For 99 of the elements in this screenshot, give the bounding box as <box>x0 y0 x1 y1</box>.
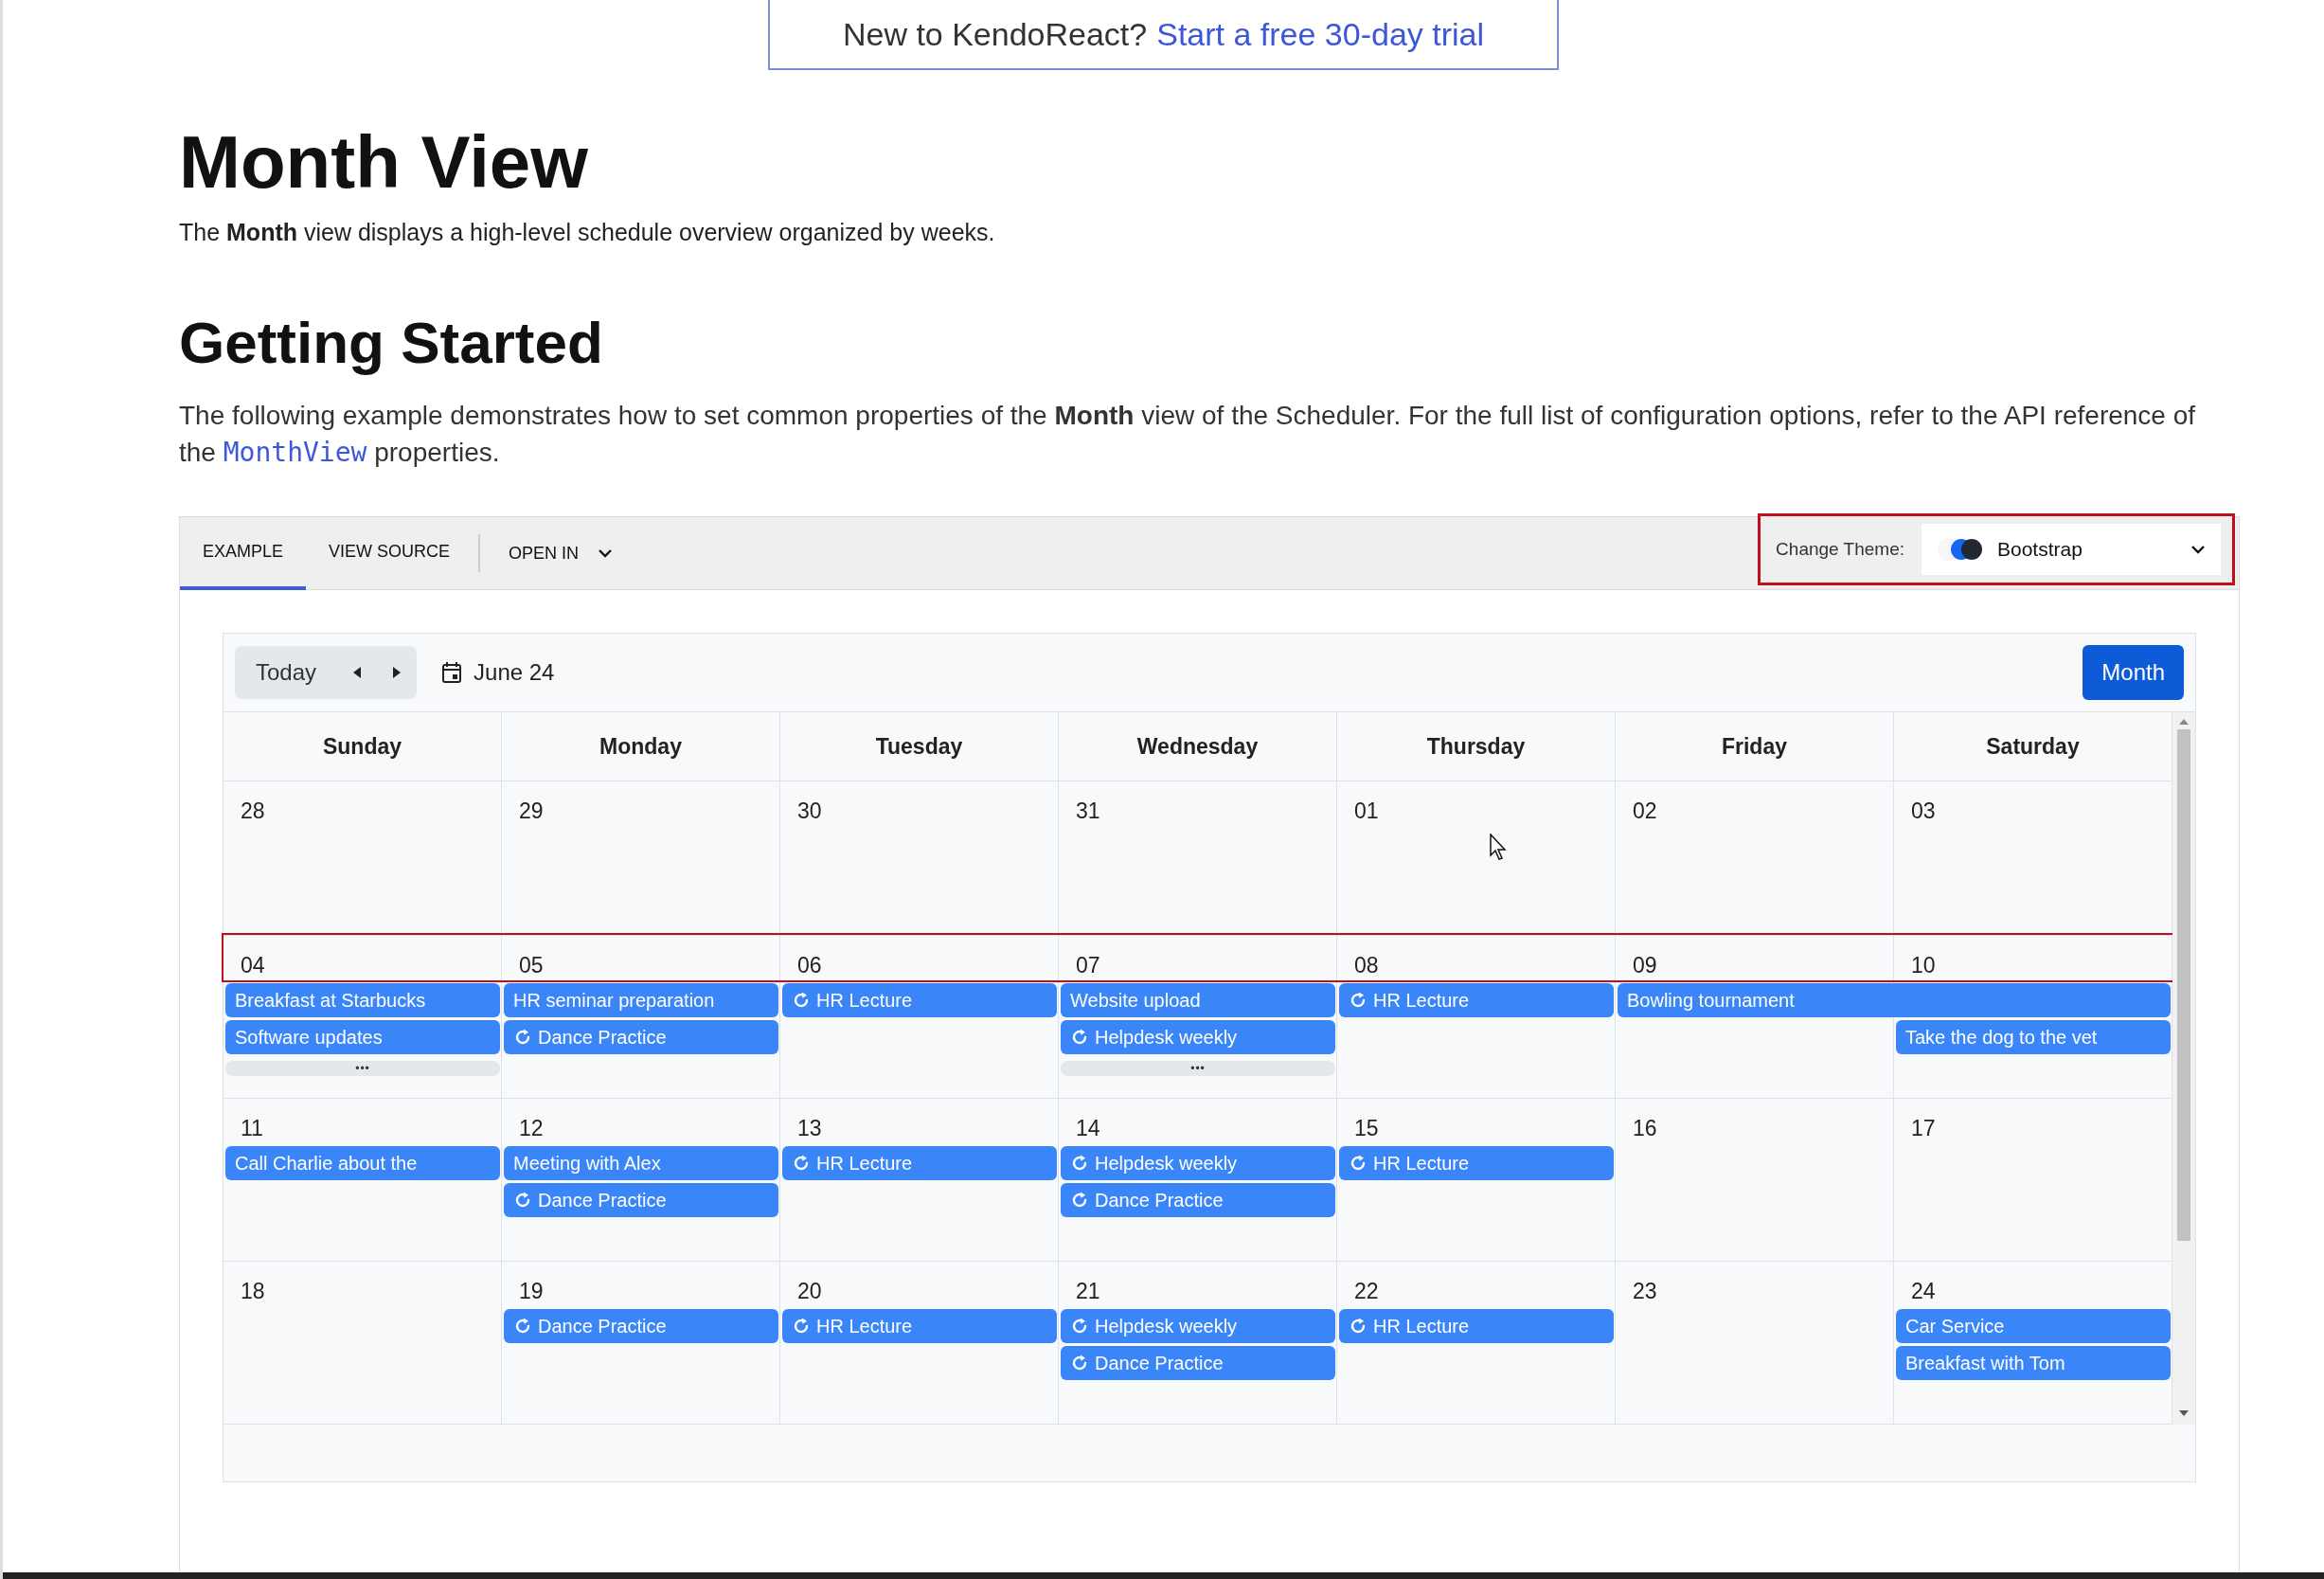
more-events-button[interactable]: ••• <box>225 1061 500 1076</box>
day-header: Thursday <box>1337 712 1616 781</box>
recurrence-icon <box>513 1028 532 1047</box>
trial-link[interactable]: Start a free 30-day trial <box>1156 15 1485 53</box>
event[interactable]: HR Lecture <box>782 1146 1057 1180</box>
event[interactable]: Dance Practice <box>504 1020 778 1054</box>
date-number: 10 <box>1911 953 1936 978</box>
left-arrow-icon <box>352 667 363 678</box>
recurrence-icon <box>513 1317 532 1336</box>
date-number: 20 <box>797 1279 822 1303</box>
date-number: 04 <box>241 953 265 978</box>
recurrence-icon <box>1070 1191 1089 1210</box>
recurrence-icon <box>792 1154 811 1173</box>
event[interactable]: Dance Practice <box>504 1183 778 1217</box>
recurrence-icon <box>1070 1028 1089 1047</box>
date-number: 03 <box>1911 798 1936 823</box>
date-number: 24 <box>1911 1279 1936 1303</box>
date-number: 30 <box>797 798 822 823</box>
recurrence-icon <box>1349 1317 1368 1336</box>
today-button[interactable]: Today <box>235 659 338 686</box>
event[interactable]: Helpdesk weekly <box>1061 1020 1335 1054</box>
event[interactable]: HR Lecture <box>1339 1146 1614 1180</box>
event[interactable]: Breakfast with Tom <box>1896 1346 2171 1380</box>
banner-text: New to KendoReact? <box>842 15 1148 53</box>
date-number: 28 <box>241 798 265 823</box>
scrollbar[interactable] <box>2172 712 2195 1425</box>
recurrence-icon <box>1349 991 1368 1010</box>
date-number: 11 <box>241 1116 263 1140</box>
event[interactable]: HR Lecture <box>782 1309 1057 1343</box>
scroll-up-icon <box>2179 718 2189 726</box>
recurrence-icon <box>792 991 811 1010</box>
calendar-icon <box>441 661 463 684</box>
tab[interactable]: VIEW SOURCE <box>306 517 474 590</box>
event[interactable]: Dance Practice <box>1061 1183 1335 1217</box>
event[interactable]: Dance Practice <box>1061 1346 1335 1380</box>
date-number: 18 <box>241 1279 265 1303</box>
event[interactable]: Take the dog to the vet <box>1896 1020 2171 1054</box>
recurrence-icon <box>1070 1354 1089 1373</box>
chevron-icon <box>598 548 614 558</box>
day-header: Tuesday <box>780 712 1059 781</box>
more-events-button[interactable]: ••• <box>1061 1061 1335 1076</box>
right-arrow-icon <box>392 667 402 678</box>
page-title: Month View <box>179 119 589 206</box>
date-number: 13 <box>797 1116 822 1140</box>
event[interactable]: Call Charlie about the <box>225 1146 500 1180</box>
day-header: Monday <box>502 712 780 781</box>
month-view-button[interactable]: Month <box>2083 645 2184 700</box>
theme-dropdown[interactable]: Bootstrap <box>1922 524 2221 575</box>
event[interactable]: HR seminar preparation <box>504 983 778 1017</box>
date-number: 23 <box>1633 1279 1657 1303</box>
date-number: 09 <box>1633 953 1657 978</box>
tab[interactable]: EXAMPLE <box>180 517 307 590</box>
date-number: 16 <box>1633 1116 1657 1140</box>
recurrence-icon <box>1070 1317 1089 1336</box>
date-number: 29 <box>519 798 544 823</box>
theme-swatch-icon <box>1937 537 1984 562</box>
date-number: 17 <box>1911 1116 1936 1140</box>
date-number: 08 <box>1354 953 1379 978</box>
monthview-link[interactable]: MonthView <box>223 437 367 468</box>
recurrence-icon <box>792 1317 811 1336</box>
event[interactable]: Car Service <box>1896 1309 2171 1343</box>
date-number: 22 <box>1354 1279 1379 1303</box>
event[interactable]: Breakfast at Starbucks <box>225 983 500 1017</box>
date-number: 07 <box>1076 953 1100 978</box>
mouse-pointer-icon <box>1490 834 1507 860</box>
recurrence-icon <box>1349 1154 1368 1173</box>
date-number: 15 <box>1354 1116 1379 1140</box>
date-number: 02 <box>1633 798 1657 823</box>
event[interactable]: Meeting with Alex <box>504 1146 778 1180</box>
date-number: 19 <box>519 1279 544 1303</box>
open-in-dropdown[interactable]: OPEN IN <box>486 517 636 589</box>
event[interactable]: HR Lecture <box>1339 983 1614 1017</box>
section-title: Getting Started <box>179 309 604 376</box>
date-number: 01 <box>1354 798 1379 823</box>
recurrence-icon <box>1070 1154 1089 1173</box>
date-number: 14 <box>1076 1116 1100 1140</box>
theme-label: Change Theme: <box>1776 539 1904 560</box>
event[interactable]: Website upload <box>1061 983 1335 1017</box>
date-number: 05 <box>519 953 544 978</box>
event[interactable]: Helpdesk weekly <box>1061 1146 1335 1180</box>
chevron-icon <box>2190 545 2206 554</box>
day-header: Friday <box>1616 712 1894 781</box>
date-number: 06 <box>797 953 822 978</box>
scroll-down-icon <box>2179 1409 2189 1417</box>
event[interactable]: Dance Practice <box>504 1309 778 1343</box>
intro-text: The Month view displays a high-level schedule overview organized by weeks. <box>179 219 996 246</box>
day-header: Wednesday <box>1059 712 1337 781</box>
date-number: 12 <box>519 1116 544 1140</box>
event[interactable]: Helpdesk weekly <box>1061 1309 1335 1343</box>
event[interactable]: HR Lecture <box>1339 1309 1614 1343</box>
description-text: The following example demonstrates how to set common properties of the Month view of the Scheduler. For the full list of configuration options, refer to the API reference of the MonthView properties. <box>179 400 2197 470</box>
event[interactable]: Software updates <box>225 1020 500 1054</box>
day-header: Sunday <box>223 712 502 781</box>
date-picker-button[interactable]: June 24 <box>436 658 561 687</box>
date-number: 21 <box>1076 1279 1100 1303</box>
date-number: 31 <box>1076 798 1100 823</box>
event[interactable]: HR Lecture <box>782 983 1057 1017</box>
event[interactable]: Bowling tournament <box>1618 983 2171 1017</box>
recurrence-icon <box>513 1191 532 1210</box>
